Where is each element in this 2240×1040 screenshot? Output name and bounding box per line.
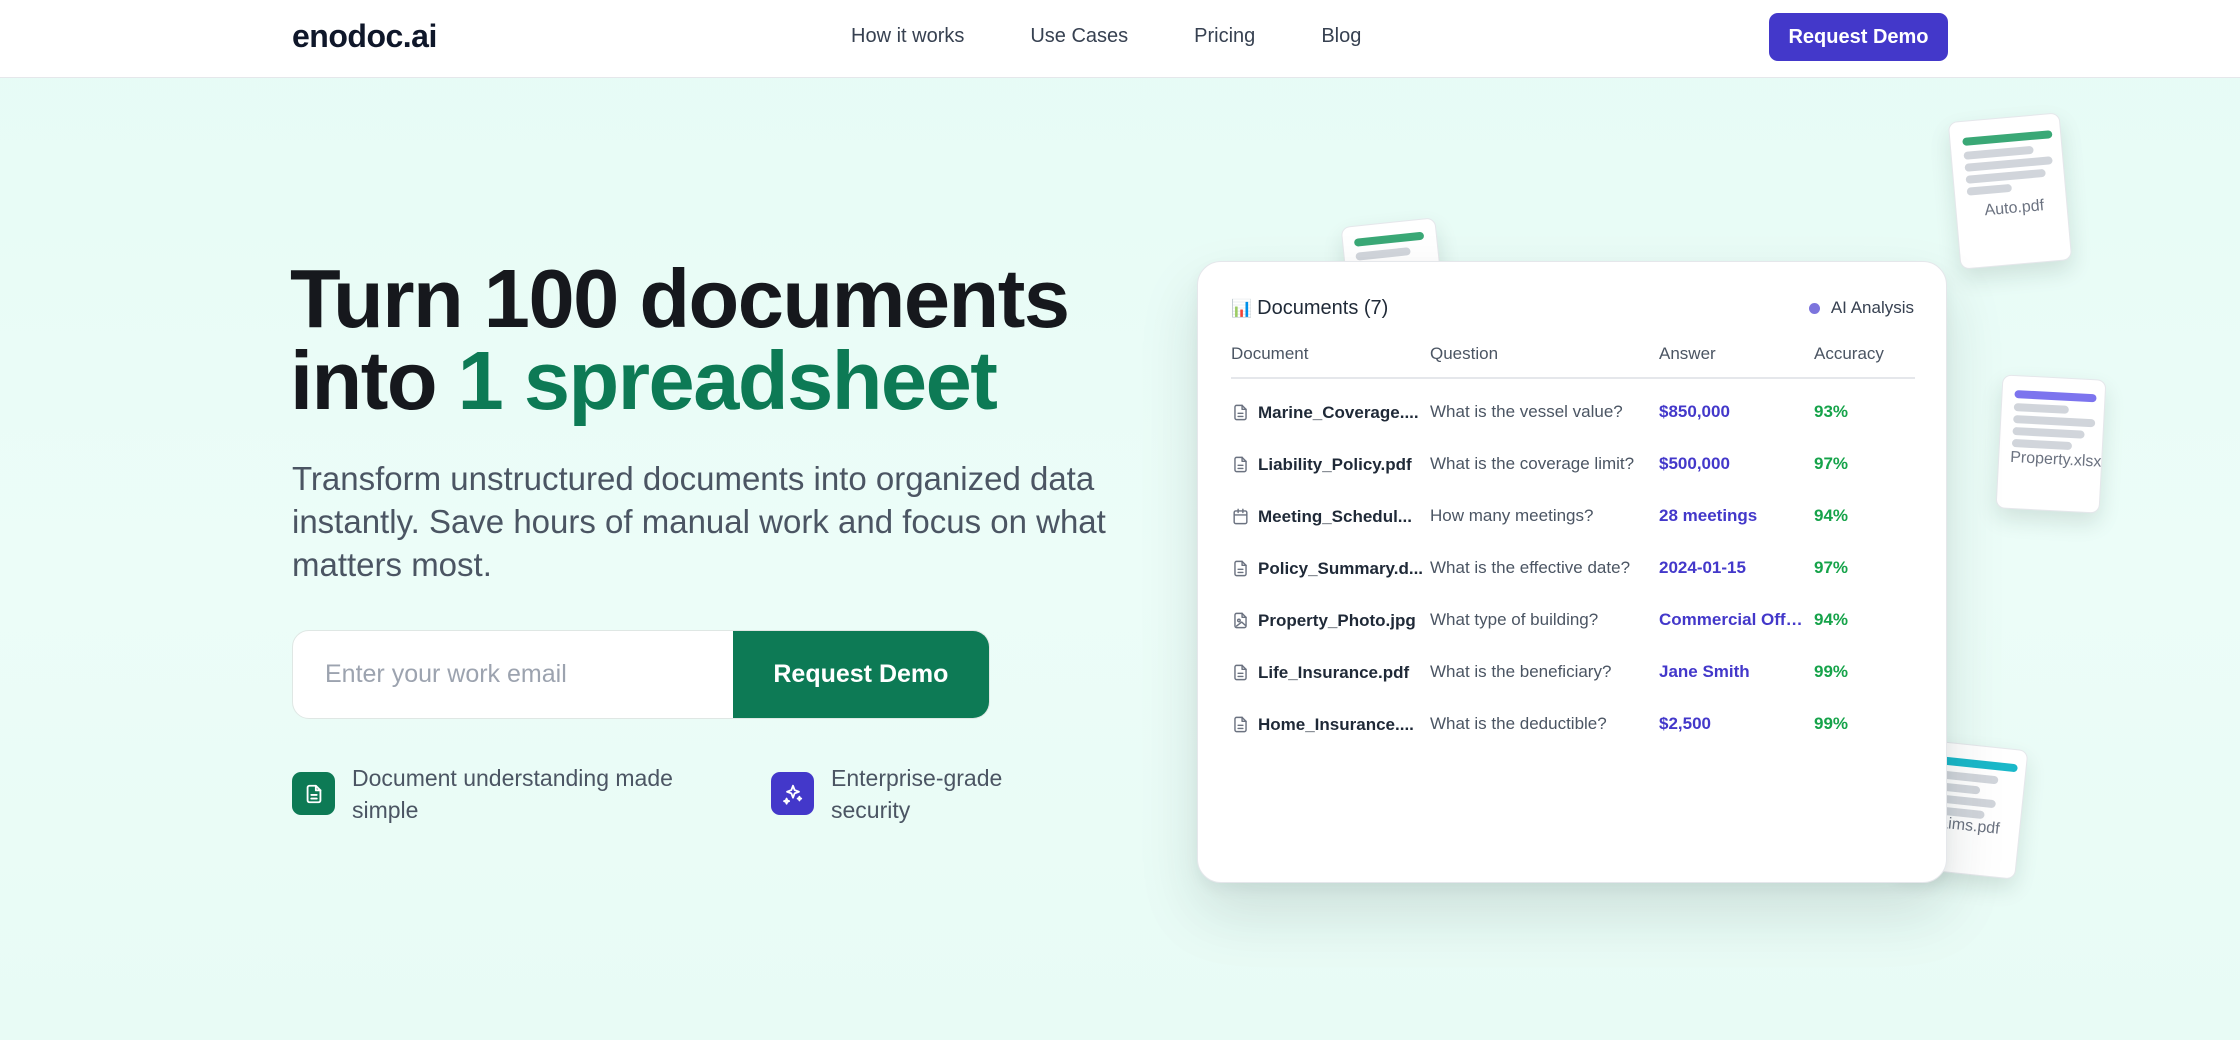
feature-security: Enterprise-grade security <box>771 762 1031 826</box>
document-name: Home_Insurance.... <box>1258 714 1414 734</box>
column-header-answer: Answer <box>1659 344 1716 363</box>
ai-analysis-label: AI Analysis <box>1830 298 1914 317</box>
nav-link-pricing[interactable]: Pricing <box>1194 25 1255 48</box>
floating-document-auto-pdf: Auto.pdf <box>1947 112 2073 270</box>
cell-document: Liability_Policy.pdf <box>1231 454 1428 475</box>
cell-document: Meeting_Schedul... <box>1231 506 1428 527</box>
bar-chart-icon: 📊 <box>1231 298 1253 318</box>
cell-question: What is the vessel value? <box>1430 402 1623 421</box>
logo[interactable]: enodoc.ai <box>292 18 437 55</box>
column-header-accuracy: Accuracy <box>1814 344 1884 363</box>
cell-answer: Jane Smith <box>1659 662 1750 681</box>
nav-link-how-it-works[interactable]: How it works <box>851 25 964 48</box>
nav-link-use-cases[interactable]: Use Cases <box>1030 25 1128 48</box>
document-name: Liability_Policy.pdf <box>1258 454 1412 474</box>
floating-document-property-xlsx: Property.xlsx <box>1995 374 2107 514</box>
cell-document: Life_Insurance.pdf <box>1231 662 1428 683</box>
document-name: Policy_Summary.d... <box>1258 558 1424 578</box>
doc-line <box>2013 414 2096 428</box>
calendar-icon <box>1233 508 1248 525</box>
hero-request-demo-button[interactable]: Request Demo <box>732 631 989 718</box>
cell-question: What is the coverage limit? <box>1430 454 1635 473</box>
doc-accent-line <box>2014 390 2097 403</box>
ai-analysis-badge: AI Analysis <box>1808 298 1914 318</box>
cell-accuracy: 94% <box>1814 506 1849 525</box>
document-icon <box>292 772 335 815</box>
cell-question: What is the beneficiary? <box>1430 662 1612 681</box>
email-signup-form: Request Demo <box>292 630 990 719</box>
table-row[interactable]: Life_Insurance.pdf What is the beneficia… <box>1231 648 1915 700</box>
cell-accuracy: 94% <box>1814 610 1849 629</box>
nav-link-blog[interactable]: Blog <box>1321 25 1361 48</box>
file-icon <box>1234 456 1247 473</box>
work-email-input[interactable] <box>293 631 733 718</box>
document-name: Marine_Coverage.... <box>1258 402 1419 422</box>
cell-question: What is the deductible? <box>1430 714 1607 733</box>
doc-accent-line <box>1353 231 1425 247</box>
cell-answer: $850,000 <box>1659 402 1730 421</box>
column-header-question: Question <box>1430 344 1499 363</box>
feature-document-understanding: Document understanding made simple <box>292 762 692 826</box>
doc-line <box>1355 247 1411 261</box>
cell-answer: $2,500 <box>1659 714 1711 733</box>
doc-line <box>2012 426 2085 439</box>
cell-accuracy: 93% <box>1814 402 1849 421</box>
feature-label: Enterprise-grade security <box>831 765 1003 823</box>
doc-label: aims.pdf <box>1938 814 2001 838</box>
nav-links: How it works Use Cases Pricing Blog <box>851 25 1427 48</box>
feature-label: Document understanding made simple <box>352 765 673 823</box>
table-row[interactable]: Policy_Summary.d... What is the effectiv… <box>1231 544 1915 596</box>
table-row[interactable]: Property_Photo.jpg What type of building… <box>1231 596 1915 648</box>
cell-accuracy: 97% <box>1814 454 1849 473</box>
file-icon <box>1234 716 1247 733</box>
file-icon <box>1234 404 1247 421</box>
file-icon <box>1234 664 1247 681</box>
image-file-icon <box>1234 612 1247 629</box>
doc-line <box>1965 168 2046 184</box>
cell-answer: Commercial Offi... <box>1659 610 1804 629</box>
cell-document: Property_Photo.jpg <box>1231 610 1428 631</box>
document-name: Property_Photo.jpg <box>1258 610 1416 630</box>
document-name: Life_Insurance.pdf <box>1258 662 1410 682</box>
cell-answer: $500,000 <box>1659 454 1730 473</box>
doc-accent-line <box>1962 130 2053 146</box>
table-row[interactable]: Liability_Policy.pdf What is the coverag… <box>1231 440 1915 492</box>
cell-question: How many meetings? <box>1430 506 1594 525</box>
table-row[interactable]: Marine_Coverage.... What is the vessel v… <box>1231 388 1915 440</box>
cell-document: Home_Insurance.... <box>1231 714 1428 735</box>
cell-accuracy: 97% <box>1814 558 1849 577</box>
hero-title: Turn 100 documents into 1 spreadsheet <box>290 257 1190 422</box>
documents-table-card: 📊 Documents (7) AI Analysis Document Que… <box>1197 261 1947 883</box>
table-header: Document Question Answer Accuracy <box>1231 344 1915 379</box>
top-navbar: enodoc.ai How it works Use Cases Pricing… <box>0 0 2240 78</box>
doc-line <box>1966 183 2013 196</box>
doc-line <box>2013 403 2070 414</box>
doc-label: Auto.pdf <box>1983 197 2045 220</box>
file-icon <box>1234 560 1247 577</box>
column-header-document: Document <box>1231 344 1309 363</box>
cell-document: Policy_Summary.d... <box>1231 558 1428 579</box>
sparkles-icon <box>771 772 814 815</box>
hero-title-accent: 1 spreadsheet <box>457 334 998 427</box>
hero-subtitle: Transform unstructured documents into or… <box>292 460 1106 583</box>
hero-title-line2-prefix: into <box>290 334 458 427</box>
cell-accuracy: 99% <box>1814 714 1849 733</box>
doc-label: Property.xlsx <box>2009 448 2102 471</box>
nav-request-demo-button[interactable]: Request Demo <box>1769 13 1948 61</box>
hero-title-line1: Turn 100 documents <box>290 252 1070 345</box>
card-title-text: Documents (7) <box>1257 297 1389 319</box>
document-name: Meeting_Schedul... <box>1258 506 1412 526</box>
table-row[interactable]: Home_Insurance.... What is the deductibl… <box>1231 700 1915 752</box>
cell-answer: 28 meetings <box>1659 506 1758 525</box>
table-row[interactable]: Meeting_Schedul... How many meetings? 28… <box>1231 492 1915 544</box>
doc-line <box>2011 438 2073 451</box>
cell-document: Marine_Coverage.... <box>1231 402 1428 423</box>
cell-answer: 2024-01-15 <box>1659 558 1746 577</box>
cell-question: What is the effective date? <box>1430 558 1631 577</box>
card-title: 📊 Documents (7) <box>1231 297 1388 320</box>
cell-accuracy: 99% <box>1814 662 1849 681</box>
cell-question: What type of building? <box>1430 610 1599 629</box>
status-dot-icon <box>1808 302 1820 314</box>
